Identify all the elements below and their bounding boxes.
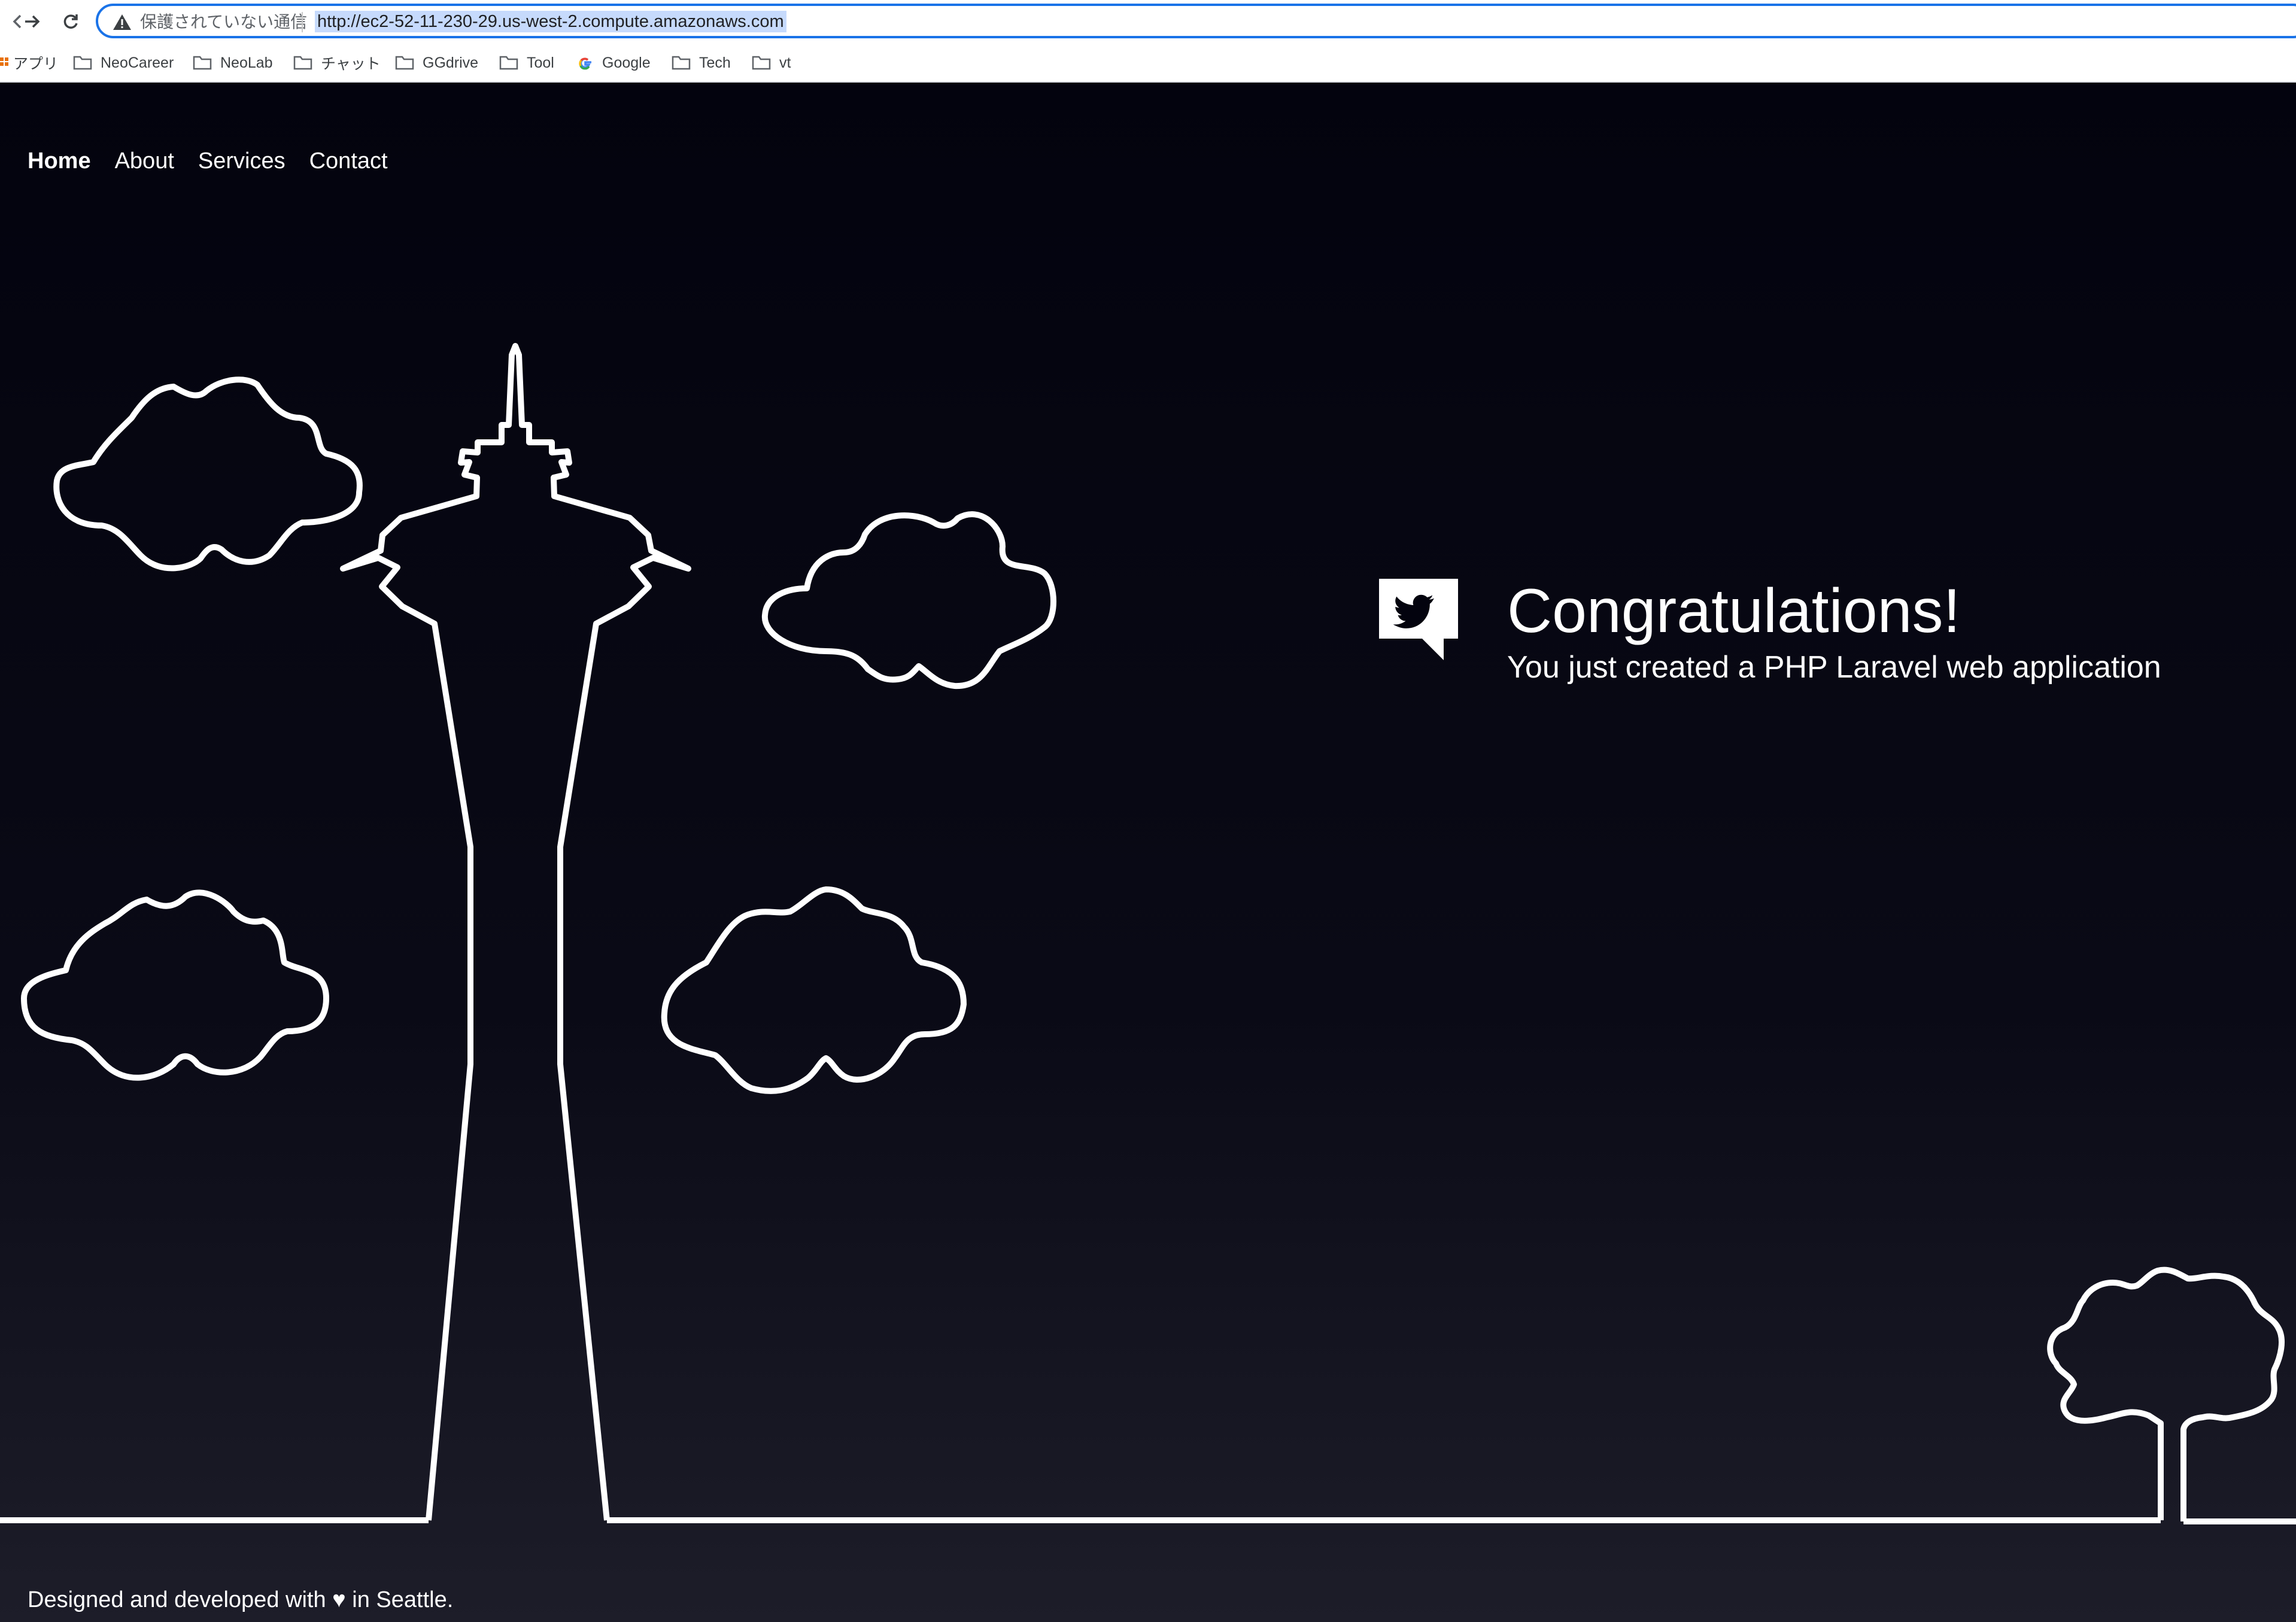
reload-icon [63, 14, 78, 29]
security-label[interactable]: 保護されていない通信 [140, 12, 307, 32]
warning-icon [113, 14, 131, 30]
bookmark-label: チャット [321, 56, 381, 72]
hero-subtitle: You just created a PHP Laravel web appli… [1507, 650, 2161, 685]
address-bar[interactable]: 保護されていない通信 http://ec2-52-11-230-29.us-we… [96, 4, 2296, 38]
ground-line [0, 1517, 2296, 1524]
omnibox-divider [302, 12, 303, 32]
space-needle-outline [340, 343, 691, 1521]
bookmark-neolab[interactable]: NeoLab [193, 53, 273, 73]
bookmark-apps[interactable]: アプリ [0, 53, 58, 73]
browser-toolbar: 保護されていない通信 http://ec2-52-11-230-29.us-we… [0, 0, 2296, 43]
folder-icon [672, 55, 691, 71]
bookmark-label: Tech [699, 54, 731, 71]
bookmark-vt[interactable]: vt [752, 53, 791, 73]
cloud-outline [21, 889, 329, 1081]
folder-icon [752, 55, 771, 71]
bookmark-label: GGdrive [423, 54, 479, 71]
tree-outline [2047, 1266, 2285, 1521]
cloud-outline [53, 376, 363, 572]
cloud-outline [761, 511, 1056, 689]
hero-title: Congratulations! [1507, 576, 1961, 646]
bookmark-label: NeoCareer [101, 54, 174, 71]
cloud-outline [661, 886, 967, 1094]
bookmark-ggdrive[interactable]: GGdrive [395, 53, 478, 73]
bookmark-label: NeoLab [220, 54, 273, 71]
bookmark-google[interactable]: Google [577, 53, 651, 73]
folder-icon [395, 55, 414, 71]
bookmark-label: アプリ [13, 56, 59, 72]
twitter-bubble-icon[interactable] [1377, 576, 1460, 660]
bookmark-label: Tool [527, 54, 554, 71]
forward-arrow-icon [25, 15, 40, 28]
folder-icon [499, 55, 518, 71]
apps-grid-icon [0, 55, 8, 71]
footer-text: Designed and developed with ♥ in Seattle… [28, 1587, 454, 1612]
folder-icon [73, 55, 92, 71]
web-page: Home About Services Contact Congratulati… [0, 83, 2296, 1622]
bookmark-tool[interactable]: Tool [499, 53, 554, 73]
folder-icon [293, 55, 312, 71]
bookmark-label: Google [602, 54, 651, 71]
folder-icon [193, 55, 212, 71]
bookmark-tech[interactable]: Tech [672, 53, 731, 73]
google-icon [577, 55, 594, 71]
bookmark-label: vt [779, 54, 791, 71]
bookmark-chat[interactable]: チャット [293, 53, 381, 73]
seattle-line-art [0, 343, 2296, 1524]
url-text[interactable]: http://ec2-52-11-230-29.us-west-2.comput… [315, 11, 786, 32]
bookmarks-bar: アプリ NeoCareer NeoLab チャット GGdrive Tool G… [0, 43, 2296, 83]
forward-button[interactable] [16, 5, 49, 38]
bookmark-neocareer[interactable]: NeoCareer [73, 53, 174, 73]
reload-button[interactable] [54, 5, 87, 38]
